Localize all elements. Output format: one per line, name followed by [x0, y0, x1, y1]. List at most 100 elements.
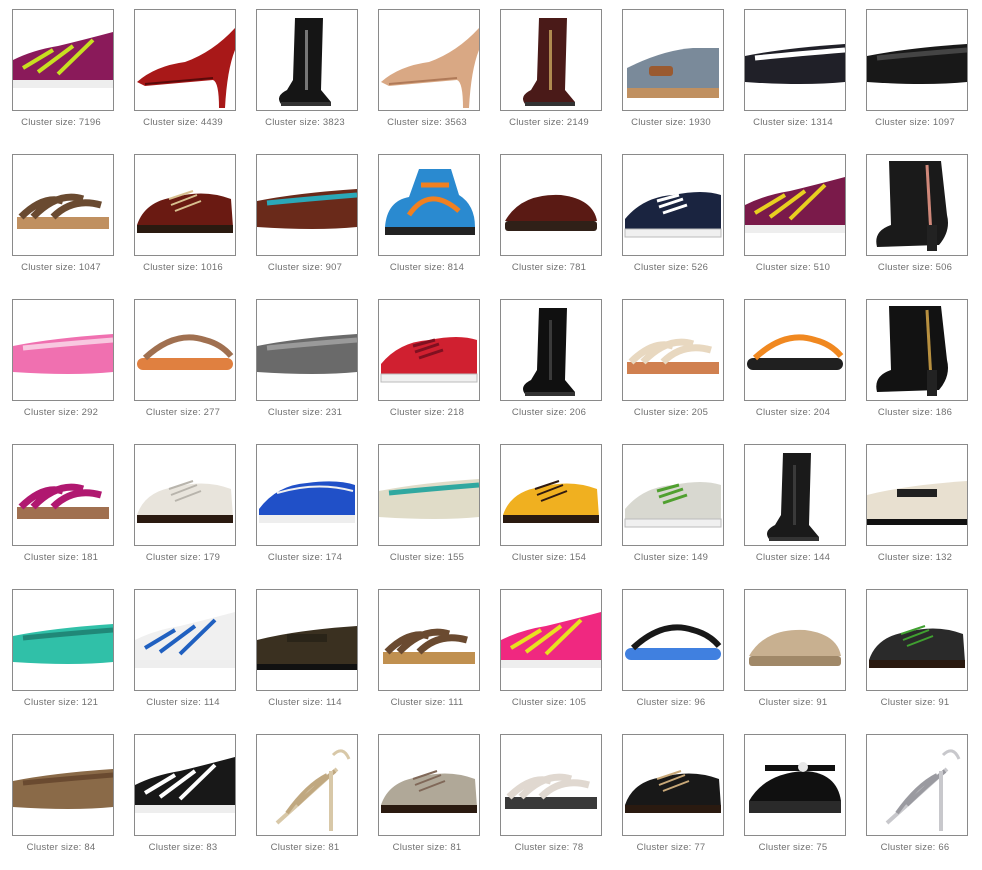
- cluster-cell: Cluster size: 181: [0, 435, 122, 580]
- cluster-cell: Cluster size: 91: [732, 580, 854, 725]
- cluster-cell: Cluster size: 1314: [732, 0, 854, 145]
- cluster-cell: Cluster size: 510: [732, 145, 854, 290]
- shoe-thumbnail-clog: [500, 154, 602, 256]
- shoe-thumbnail-loafer: [866, 444, 968, 546]
- shoe-thumbnail-ballet-flat: [256, 154, 358, 256]
- shoe-thumbnail-boat-shoe: [256, 444, 358, 546]
- cluster-size-label: Cluster size: 506: [877, 262, 953, 273]
- shoe-thumbnail-sandal: [378, 589, 480, 691]
- shoe-thumbnail-running-sneaker: [134, 589, 236, 691]
- cluster-cell: Cluster size: 121: [0, 580, 122, 725]
- cluster-cell: Cluster size: 907: [244, 145, 366, 290]
- cluster-size-label: Cluster size: 231: [267, 407, 343, 418]
- cluster-cell: Cluster size: 111: [366, 580, 488, 725]
- shoe-thumbnail-pump: [134, 9, 236, 111]
- cluster-size-label: Cluster size: 781: [511, 262, 587, 273]
- cluster-size-label: Cluster size: 96: [636, 697, 706, 708]
- shoe-thumbnail-running-sneaker: [500, 589, 602, 691]
- shoe-thumbnail-sandal: [12, 444, 114, 546]
- shoe-thumbnail-tall-boot: [500, 299, 602, 401]
- shoe-thumbnail-sandal: [622, 299, 724, 401]
- cluster-size-label: Cluster size: 114: [146, 697, 220, 708]
- shoe-thumbnail-ballet-flat: [378, 444, 480, 546]
- cluster-size-label: Cluster size: 204: [755, 407, 831, 418]
- shoe-thumbnail-flip-flop: [134, 299, 236, 401]
- shoe-thumbnail-tall-boot: [256, 9, 358, 111]
- cluster-cell: Cluster size: 506: [854, 145, 976, 290]
- cluster-size-label: Cluster size: 121: [23, 697, 99, 708]
- shoe-thumbnail-stiletto-sandal: [256, 734, 358, 836]
- shoe-thumbnail-tall-boot: [500, 9, 602, 111]
- shoe-thumbnail-sandal: [12, 154, 114, 256]
- cluster-size-label: Cluster size: 75: [758, 842, 828, 853]
- cluster-cell: Cluster size: 1097: [854, 0, 976, 145]
- cluster-cell: Cluster size: 218: [366, 290, 488, 435]
- cluster-size-label: Cluster size: 81: [392, 842, 462, 853]
- cluster-size-label: Cluster size: 218: [389, 407, 465, 418]
- cluster-size-label: Cluster size: 179: [145, 552, 221, 563]
- shoe-cluster-grid: Cluster size: 7196 Cluster size: 4439 Cl…: [0, 0, 982, 864]
- shoe-thumbnail-pump: [378, 9, 480, 111]
- cluster-cell: Cluster size: 114: [244, 580, 366, 725]
- cluster-cell: Cluster size: 1016: [122, 145, 244, 290]
- shoe-thumbnail-wedge: [622, 9, 724, 111]
- cluster-cell: Cluster size: 155: [366, 435, 488, 580]
- cluster-cell: Cluster size: 83: [122, 725, 244, 870]
- cluster-cell: Cluster size: 4439: [122, 0, 244, 145]
- cluster-size-label: Cluster size: 91: [880, 697, 950, 708]
- cluster-cell: Cluster size: 75: [732, 725, 854, 870]
- cluster-cell: Cluster size: 7196: [0, 0, 122, 145]
- cluster-size-label: Cluster size: 526: [633, 262, 709, 273]
- shoe-thumbnail-canvas-sneaker: [378, 299, 480, 401]
- cluster-size-label: Cluster size: 66: [880, 842, 950, 853]
- cluster-cell: Cluster size: 781: [488, 145, 610, 290]
- shoe-thumbnail-oxford: [134, 444, 236, 546]
- cluster-cell: Cluster size: 105: [488, 580, 610, 725]
- shoe-thumbnail-ankle-boot: [866, 154, 968, 256]
- cluster-cell: Cluster size: 205: [610, 290, 732, 435]
- cluster-cell: Cluster size: 186: [854, 290, 976, 435]
- shoe-thumbnail-clog: [744, 589, 846, 691]
- shoe-thumbnail-ankle-boot: [866, 299, 968, 401]
- cluster-cell: Cluster size: 66: [854, 725, 976, 870]
- cluster-cell: Cluster size: 84: [0, 725, 122, 870]
- shoe-thumbnail-loafer: [256, 589, 358, 691]
- cluster-size-label: Cluster size: 510: [755, 262, 831, 273]
- cluster-cell: Cluster size: 114: [122, 580, 244, 725]
- cluster-cell: Cluster size: 292: [0, 290, 122, 435]
- cluster-cell: Cluster size: 231: [244, 290, 366, 435]
- cluster-cell: Cluster size: 81: [366, 725, 488, 870]
- cluster-size-label: Cluster size: 174: [267, 552, 343, 563]
- cluster-cell: Cluster size: 91: [854, 580, 976, 725]
- cluster-size-label: Cluster size: 149: [633, 552, 709, 563]
- cluster-size-label: Cluster size: 1930: [631, 117, 711, 128]
- cluster-size-label: Cluster size: 1016: [143, 262, 223, 273]
- shoe-thumbnail-flip-flop: [744, 299, 846, 401]
- cluster-cell: Cluster size: 814: [366, 145, 488, 290]
- cluster-size-label: Cluster size: 114: [268, 697, 342, 708]
- cluster-cell: Cluster size: 206: [488, 290, 610, 435]
- cluster-cell: Cluster size: 2149: [488, 0, 610, 145]
- cluster-cell: Cluster size: 3563: [366, 0, 488, 145]
- cluster-cell: Cluster size: 154: [488, 435, 610, 580]
- cluster-size-label: Cluster size: 105: [511, 697, 587, 708]
- cluster-cell: Cluster size: 1047: [0, 145, 122, 290]
- cluster-size-label: Cluster size: 814: [389, 262, 465, 273]
- cluster-cell: Cluster size: 1930: [610, 0, 732, 145]
- shoe-thumbnail-running-sneaker: [134, 734, 236, 836]
- cluster-size-label: Cluster size: 1314: [753, 117, 833, 128]
- cluster-size-label: Cluster size: 111: [390, 697, 464, 708]
- shoe-thumbnail-oxford: [500, 444, 602, 546]
- cluster-cell: Cluster size: 149: [610, 435, 732, 580]
- cluster-cell: Cluster size: 81: [244, 725, 366, 870]
- shoe-thumbnail-sandal: [500, 734, 602, 836]
- shoe-thumbnail-flip-flop: [622, 589, 724, 691]
- cluster-cell: Cluster size: 96: [610, 580, 732, 725]
- cluster-size-label: Cluster size: 186: [877, 407, 953, 418]
- shoe-thumbnail-ballet-flat: [256, 299, 358, 401]
- shoe-thumbnail-oxford: [866, 589, 968, 691]
- cluster-cell: Cluster size: 277: [122, 290, 244, 435]
- cluster-size-label: Cluster size: 83: [148, 842, 218, 853]
- shoe-thumbnail-canvas-sneaker: [622, 154, 724, 256]
- cluster-size-label: Cluster size: 2149: [509, 117, 589, 128]
